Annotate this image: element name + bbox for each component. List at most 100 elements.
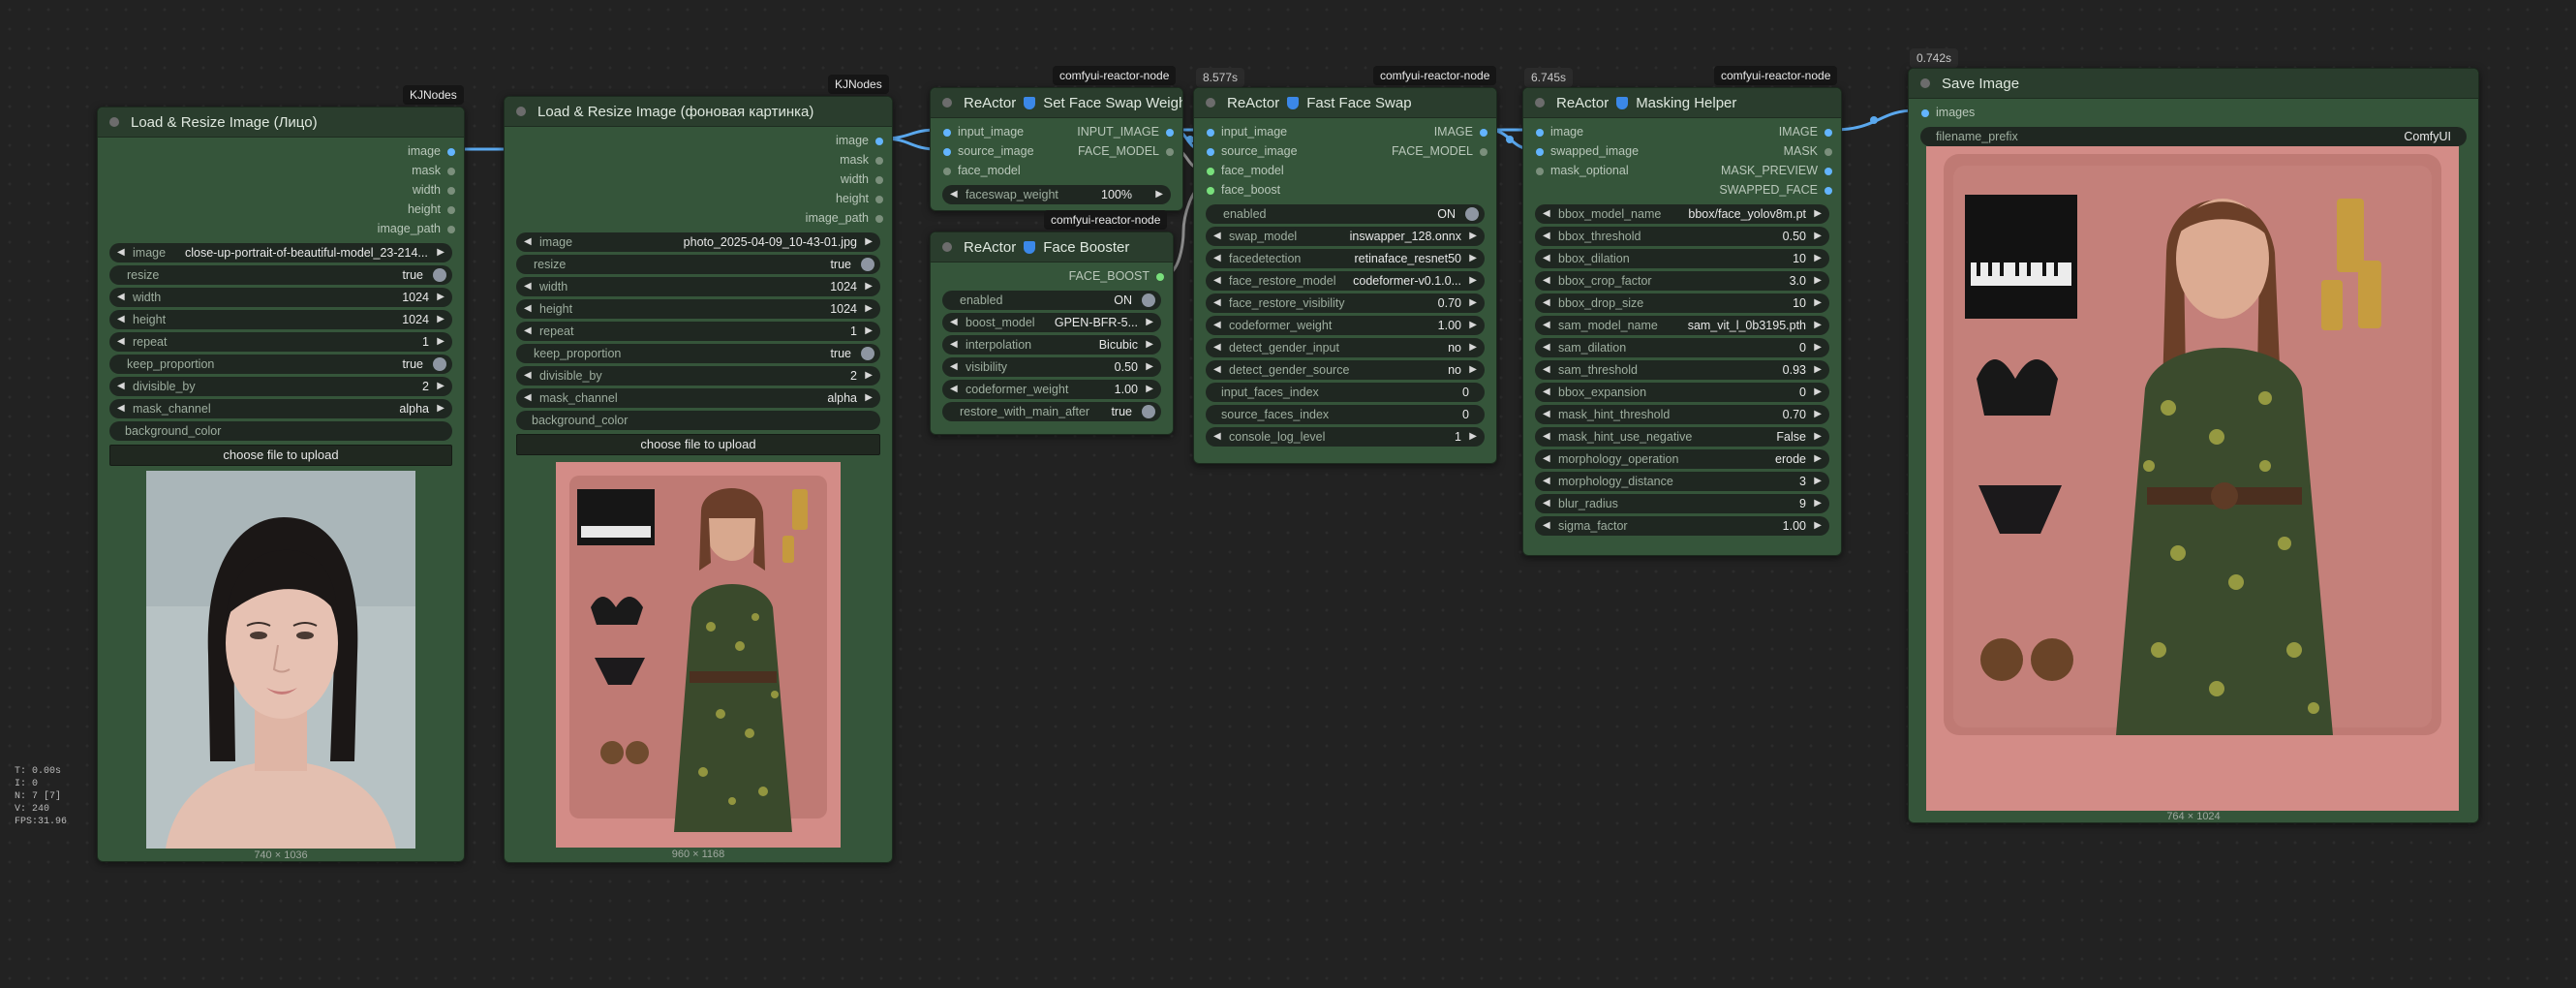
- input-port-icon[interactable]: [943, 168, 951, 175]
- output-port-icon[interactable]: [1825, 148, 1832, 156]
- arrow-right-icon[interactable]: ▶: [1814, 383, 1822, 402]
- arrow-right-icon[interactable]: ▶: [865, 366, 873, 386]
- arrow-left-icon[interactable]: ◀: [950, 357, 958, 377]
- input-port-icon[interactable]: [1536, 148, 1544, 156]
- console-log-level-number[interactable]: ◀ console_log_level 1 ▶: [1206, 427, 1485, 447]
- mask-channel-select[interactable]: ◀ mask_channel alpha ▶: [516, 388, 880, 408]
- arrow-right-icon[interactable]: ▶: [1814, 449, 1822, 469]
- arrow-right-icon[interactable]: ▶: [437, 243, 445, 262]
- arrow-left-icon[interactable]: ◀: [1543, 204, 1550, 224]
- arrow-right-icon[interactable]: ▶: [865, 322, 873, 341]
- arrow-left-icon[interactable]: ◀: [1543, 383, 1550, 402]
- arrow-left-icon[interactable]: ◀: [1543, 472, 1550, 491]
- input-port-icon[interactable]: [943, 129, 951, 137]
- arrow-left-icon[interactable]: ◀: [524, 299, 532, 319]
- arrow-left-icon[interactable]: ◀: [117, 288, 125, 307]
- repeat-number[interactable]: ◀ repeat 1 ▶: [109, 332, 452, 352]
- arrow-right-icon[interactable]: ▶: [1469, 293, 1477, 313]
- arrow-left-icon[interactable]: ◀: [1213, 316, 1221, 335]
- output-port-icon[interactable]: [1480, 148, 1487, 156]
- output-port-icon[interactable]: [875, 196, 883, 203]
- arrow-left-icon[interactable]: ◀: [524, 232, 532, 252]
- arrow-left-icon[interactable]: ◀: [950, 335, 958, 355]
- filename-prefix-input[interactable]: filename_prefix ComfyUI: [1920, 127, 2467, 146]
- toggle-knob-icon[interactable]: [1465, 207, 1479, 221]
- bbox-expansion-number[interactable]: ◀ bbox_expansion 0 ▶: [1535, 383, 1829, 402]
- arrow-right-icon[interactable]: ▶: [1469, 316, 1477, 335]
- arrow-left-icon[interactable]: ◀: [1213, 360, 1221, 380]
- codeformer-weight-number[interactable]: ◀ codeformer_weight 1.00 ▶: [1206, 316, 1485, 335]
- output-port-icon[interactable]: [447, 187, 455, 195]
- arrow-right-icon[interactable]: ▶: [1814, 271, 1822, 291]
- output-port-icon[interactable]: [1480, 129, 1487, 137]
- sam-model-name-select[interactable]: ◀ sam_model_name sam_vit_l_0b3195.pth ▶: [1535, 316, 1829, 335]
- collapse-dot-icon[interactable]: [516, 107, 526, 116]
- collapse-dot-icon[interactable]: [1920, 78, 1930, 88]
- node-title[interactable]: Load & Resize Image (фоновая картинка): [505, 97, 892, 127]
- image-select[interactable]: ◀ image close-up-portrait-of-beautiful-mod…: [109, 243, 452, 262]
- arrow-left-icon[interactable]: ◀: [524, 322, 532, 341]
- face-restore-model-select[interactable]: ◀ face_restore_model codeformer-v0.1.0... ▶: [1206, 271, 1485, 291]
- mask-hint-threshold-number[interactable]: ◀ mask_hint_threshold 0.70 ▶: [1535, 405, 1829, 424]
- set-face-swap-weight-node[interactable]: ReActor Set Face Swap Weight input_image…: [930, 87, 1183, 211]
- codeformer-weight-number[interactable]: ◀ codeformer_weight 1.00 ▶: [942, 380, 1161, 399]
- arrow-left-icon[interactable]: ◀: [1543, 227, 1550, 246]
- arrow-right-icon[interactable]: ▶: [1146, 357, 1153, 377]
- toggle-knob-icon[interactable]: [1142, 405, 1155, 418]
- output-port-icon[interactable]: [1825, 168, 1832, 175]
- height-number[interactable]: ◀ height 1024 ▶: [516, 299, 880, 319]
- bbox-drop-size-number[interactable]: ◀ bbox_drop_size 10 ▶: [1535, 293, 1829, 313]
- node-title[interactable]: ReActor Set Face Swap Weight: [931, 88, 1182, 118]
- face-booster-node[interactable]: ReActor Face Booster FACE_BOOST enabled O…: [930, 232, 1174, 435]
- width-number[interactable]: ◀ width 1024 ▶: [109, 288, 452, 307]
- image-select[interactable]: ◀ image photo_2025-04-09_10-43-01.jpg ▶: [516, 232, 880, 252]
- arrow-right-icon[interactable]: ▶: [437, 288, 445, 307]
- arrow-right-icon[interactable]: ▶: [437, 399, 445, 418]
- arrow-right-icon[interactable]: ▶: [1146, 380, 1153, 399]
- choose-file-button[interactable]: choose file to upload: [109, 445, 452, 466]
- boost-model-select[interactable]: ◀ boost_model GPEN-BFR-5... ▶: [942, 313, 1161, 332]
- arrow-right-icon[interactable]: ▶: [437, 332, 445, 352]
- collapse-dot-icon[interactable]: [1206, 98, 1215, 108]
- arrow-left-icon[interactable]: ◀: [1543, 360, 1550, 380]
- arrow-left-icon[interactable]: ◀: [950, 313, 958, 332]
- arrow-right-icon[interactable]: ▶: [1814, 360, 1822, 380]
- arrow-left-icon[interactable]: ◀: [1213, 249, 1221, 268]
- arrow-left-icon[interactable]: ◀: [950, 380, 958, 399]
- enabled-toggle[interactable]: enabled ON: [942, 291, 1161, 310]
- node-title[interactable]: ReActor Face Booster: [931, 232, 1173, 262]
- output-port-icon[interactable]: [1166, 148, 1174, 156]
- blur-radius-number[interactable]: ◀ blur_radius 9 ▶: [1535, 494, 1829, 513]
- output-port-icon[interactable]: [447, 206, 455, 214]
- arrow-right-icon[interactable]: ▶: [865, 299, 873, 319]
- arrow-right-icon[interactable]: ▶: [865, 277, 873, 296]
- repeat-number[interactable]: ◀ repeat 1 ▶: [516, 322, 880, 341]
- width-number[interactable]: ◀ width 1024 ▶: [516, 277, 880, 296]
- input-port-icon[interactable]: [1207, 187, 1214, 195]
- output-port-icon[interactable]: [1166, 129, 1174, 137]
- node-title[interactable]: Save Image: [1909, 69, 2478, 99]
- arrow-left-icon[interactable]: ◀: [117, 399, 125, 418]
- output-port-icon[interactable]: [1825, 187, 1832, 195]
- arrow-right-icon[interactable]: ▶: [1814, 494, 1822, 513]
- background-color-input[interactable]: background_color: [109, 421, 452, 441]
- sam-threshold-number[interactable]: ◀ sam_threshold 0.93 ▶: [1535, 360, 1829, 380]
- output-port-icon[interactable]: [875, 215, 883, 223]
- arrow-left-icon[interactable]: ◀: [117, 332, 125, 352]
- source-faces-index-input[interactable]: source_faces_index 0: [1206, 405, 1485, 424]
- enabled-toggle[interactable]: enabled ON: [1206, 204, 1485, 224]
- toggle-knob-icon[interactable]: [1142, 293, 1155, 307]
- arrow-right-icon[interactable]: ▶: [1469, 271, 1477, 291]
- choose-file-button[interactable]: choose file to upload: [516, 434, 880, 455]
- face-restore-visibility-number[interactable]: ◀ face_restore_visibility 0.70 ▶: [1206, 293, 1485, 313]
- collapse-dot-icon[interactable]: [109, 117, 119, 127]
- arrow-right-icon[interactable]: ▶: [865, 232, 873, 252]
- faceswap-weight-number[interactable]: ◀ faceswap_weight 100% ▶: [942, 185, 1171, 204]
- bbox-crop-factor-number[interactable]: ◀ bbox_crop_factor 3.0 ▶: [1535, 271, 1829, 291]
- arrow-right-icon[interactable]: ▶: [1814, 293, 1822, 313]
- arrow-right-icon[interactable]: ▶: [1469, 227, 1477, 246]
- bbox-threshold-number[interactable]: ◀ bbox_threshold 0.50 ▶: [1535, 227, 1829, 246]
- arrow-left-icon[interactable]: ◀: [1543, 316, 1550, 335]
- arrow-right-icon[interactable]: ▶: [1469, 249, 1477, 268]
- output-port-icon[interactable]: [875, 157, 883, 165]
